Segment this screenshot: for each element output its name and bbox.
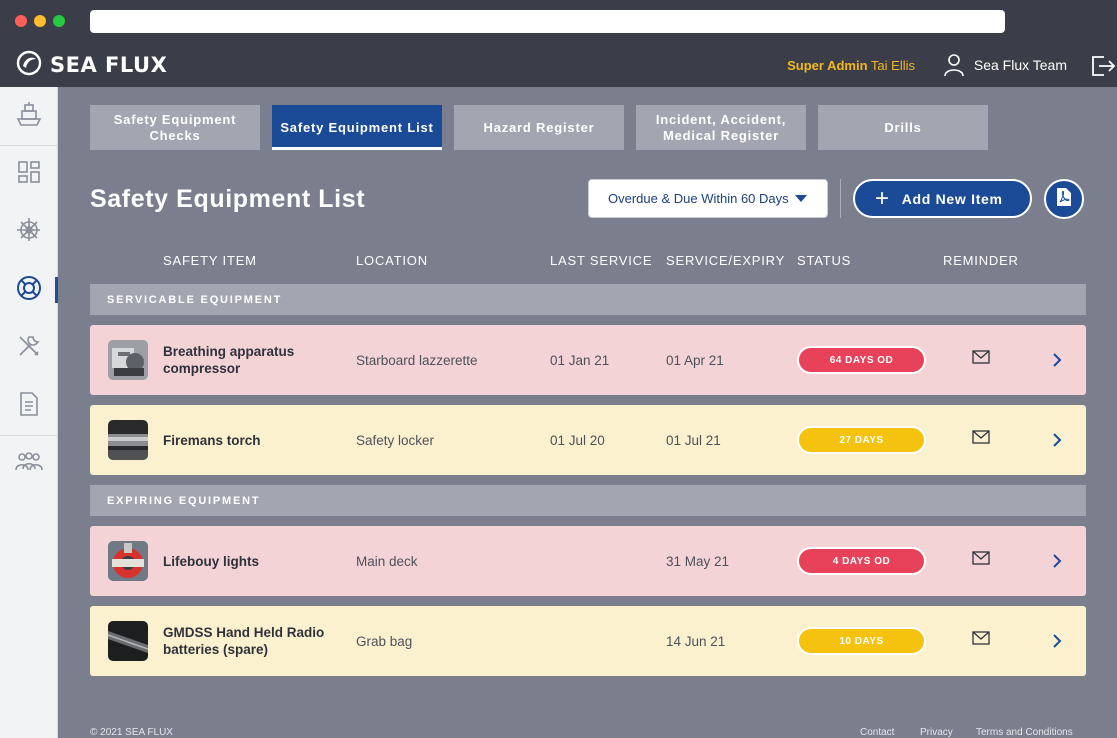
section-header-expiring: EXPIRING EQUIPMENT xyxy=(90,485,1086,516)
table-row[interactable]: GMDSS Hand Held Radio batteries (spare) … xyxy=(90,606,1086,676)
item-location: Grab bag xyxy=(356,633,413,649)
user-name: Tai Ellis xyxy=(870,58,915,73)
sidebar-item-vessel[interactable] xyxy=(0,87,58,145)
status-badge: 64 DAYS OD xyxy=(797,346,926,374)
crew-icon xyxy=(14,450,44,479)
chevron-right-icon[interactable] xyxy=(1052,633,1062,654)
minimize-window-button[interactable] xyxy=(34,15,46,27)
section-header-servicable: SERVICABLE EQUIPMENT xyxy=(90,284,1086,315)
tab-hazard-register[interactable]: Hazard Register xyxy=(454,105,624,150)
sidebar-item-maintenance[interactable] xyxy=(0,319,58,377)
status-badge: 10 DAYS xyxy=(797,627,926,655)
item-service-expiry: 01 Apr 21 xyxy=(666,352,724,368)
item-location: Safety locker xyxy=(356,432,435,448)
envelope-icon[interactable] xyxy=(972,551,990,570)
user-icon xyxy=(944,53,964,77)
item-last-service: 01 Jul 20 xyxy=(550,432,605,448)
footer-link-terms[interactable]: Terms and Conditions xyxy=(976,727,1073,738)
chevron-right-icon[interactable] xyxy=(1052,553,1062,574)
sidebar-item-safety[interactable] xyxy=(0,261,58,319)
filter-dropdown[interactable]: Overdue & Due Within 60 Days xyxy=(588,179,828,218)
chevron-right-icon[interactable] xyxy=(1052,432,1062,453)
team-name: Sea Flux Team xyxy=(973,57,1067,73)
sidebar-nav xyxy=(0,87,58,738)
item-thumbnail xyxy=(108,541,148,581)
tab-incident-register[interactable]: Incident, Accident, Medical Register xyxy=(636,105,806,150)
table-row[interactable]: Firemans torch Safety locker 01 Jul 20 0… xyxy=(90,405,1086,475)
envelope-icon[interactable] xyxy=(972,430,990,449)
item-service-expiry: 01 Jul 21 xyxy=(666,432,721,448)
column-header-status: STATUS xyxy=(797,253,852,268)
team-switcher[interactable]: Sea Flux Team xyxy=(944,52,1067,78)
brand-name: SEA FLUX xyxy=(50,53,168,77)
table-row[interactable]: Lifebouy lights Main deck 31 May 21 4 DA… xyxy=(90,526,1086,596)
add-new-item-button[interactable]: + Add New Item xyxy=(853,179,1032,218)
export-pdf-button[interactable] xyxy=(1044,179,1084,219)
browser-chrome xyxy=(0,0,1117,44)
footer-copyright: © 2021 SEA FLUX xyxy=(90,727,173,738)
item-thumbnail xyxy=(108,340,148,380)
role-label: Super Admin xyxy=(787,58,868,73)
helm-icon xyxy=(15,216,43,249)
logout-button[interactable] xyxy=(1090,54,1116,83)
status-badge: 27 DAYS xyxy=(797,426,926,454)
item-service-expiry: 14 Jun 21 xyxy=(666,633,726,649)
filter-label: Overdue & Due Within 60 Days xyxy=(608,191,789,206)
page-title: Safety Equipment List xyxy=(90,185,366,213)
toolbar-divider xyxy=(840,179,841,218)
item-last-service: 01 Jan 21 xyxy=(550,352,610,368)
sea-flux-logo-icon xyxy=(16,50,42,81)
vessel-icon xyxy=(15,100,43,133)
sidebar-item-helm[interactable] xyxy=(0,203,58,261)
main-content: Safety Equipment Checks Safety Equipment… xyxy=(58,87,1117,738)
envelope-icon[interactable] xyxy=(972,350,990,369)
column-header-last-service: LAST SERVICE xyxy=(550,253,653,268)
item-name: GMDSS Hand Held Radio batteries (spare) xyxy=(163,625,325,657)
item-service-expiry: 31 May 21 xyxy=(666,553,730,569)
tools-icon xyxy=(16,333,42,364)
tab-safety-equipment-list[interactable]: Safety Equipment List xyxy=(272,105,442,150)
item-thumbnail xyxy=(108,621,148,661)
address-bar[interactable] xyxy=(90,10,1005,33)
item-name: Breathing apparatus compressor xyxy=(163,344,295,376)
logout-icon xyxy=(1090,56,1116,82)
sidebar-item-crew[interactable] xyxy=(0,435,58,493)
close-window-button[interactable] xyxy=(15,15,27,27)
pdf-icon xyxy=(1056,187,1072,212)
tab-drills[interactable]: Drills xyxy=(818,105,988,150)
column-header-service-expiry: SERVICE/EXPIRY xyxy=(666,253,786,268)
item-name: Lifebouy lights xyxy=(163,553,259,569)
chevron-right-icon[interactable] xyxy=(1052,352,1062,373)
footer-link-contact[interactable]: Contact xyxy=(860,727,894,738)
item-location: Starboard lazzerette xyxy=(356,352,478,368)
sidebar-item-dashboard[interactable] xyxy=(0,145,58,203)
status-badge: 4 DAYS OD xyxy=(797,547,926,575)
column-header-location: LOCATION xyxy=(356,253,428,268)
column-header-safety-item: SAFETY ITEM xyxy=(163,253,257,268)
table-row[interactable]: Breathing apparatus compressor Starboard… xyxy=(90,325,1086,395)
document-icon xyxy=(18,391,40,422)
envelope-icon[interactable] xyxy=(972,631,990,650)
item-location: Main deck xyxy=(356,553,418,569)
plus-icon: + xyxy=(875,184,890,212)
add-new-item-label: Add New Item xyxy=(901,190,1003,207)
tab-safety-equipment-checks[interactable]: Safety Equipment Checks xyxy=(90,105,260,150)
app-header: SEA FLUX Super Admin Tai Ellis Sea Flux … xyxy=(0,44,1117,87)
dashboard-icon xyxy=(17,160,41,189)
user-role: Super Admin Tai Ellis xyxy=(787,58,915,73)
item-name: Firemans torch xyxy=(163,432,261,448)
caret-down-icon xyxy=(794,195,807,202)
column-header-reminder: REMINDER xyxy=(943,253,1019,268)
footer-link-privacy[interactable]: Privacy xyxy=(920,727,953,738)
lifebuoy-icon xyxy=(15,274,43,307)
item-thumbnail xyxy=(108,420,148,460)
maximize-window-button[interactable] xyxy=(53,15,65,27)
brand-logo[interactable]: SEA FLUX xyxy=(16,50,168,81)
sidebar-item-documents[interactable] xyxy=(0,377,58,435)
